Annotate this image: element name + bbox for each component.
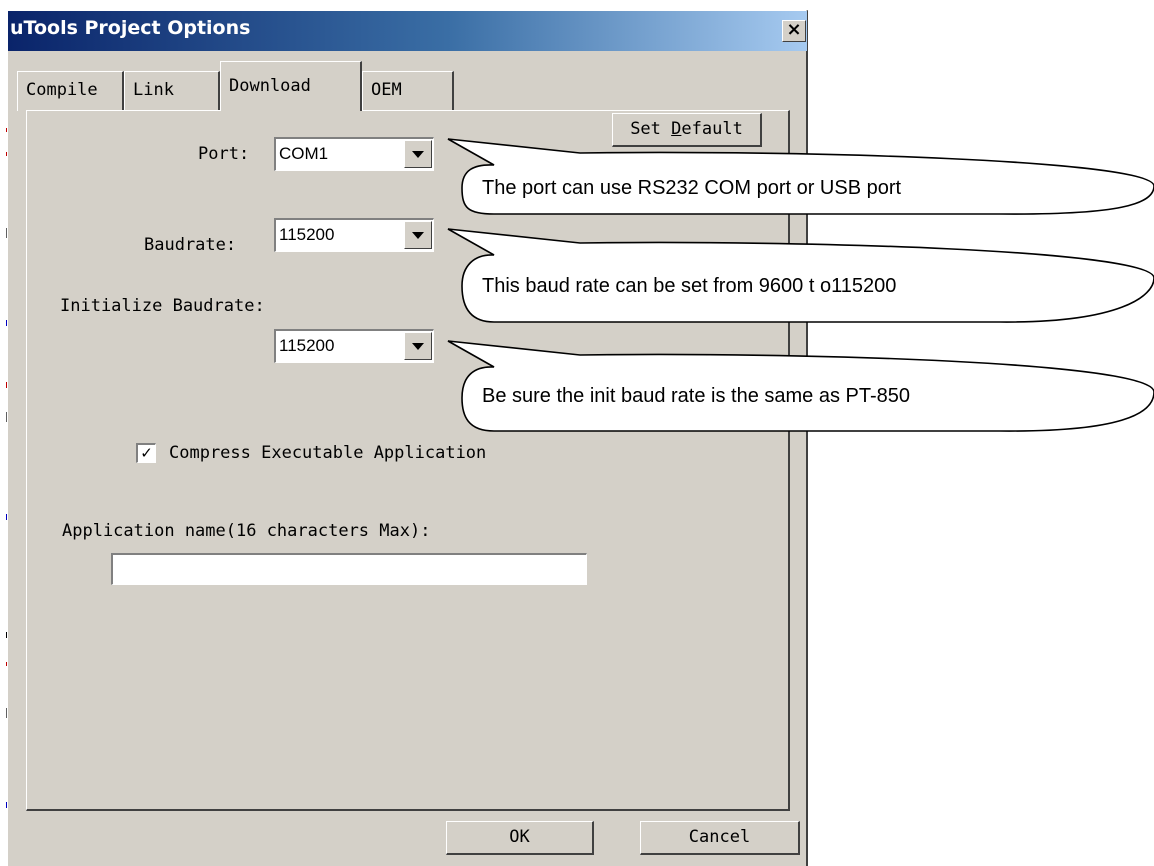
init-baudrate-select[interactable]: 115200: [274, 329, 434, 363]
title-bar[interactable]: uTools Project Options ×: [8, 11, 807, 51]
tab-download[interactable]: Download: [220, 61, 362, 111]
tab-oem-label: OEM: [371, 80, 402, 100]
compress-checkbox[interactable]: ✓: [136, 443, 156, 463]
chevron-down-icon: [412, 343, 424, 350]
baudrate-value: 115200: [279, 225, 335, 244]
baudrate-dropdown-button[interactable]: [404, 221, 432, 249]
port-dropdown-button[interactable]: [404, 140, 432, 168]
set-default-prefix: Set: [630, 119, 672, 139]
tab-download-label: Download: [229, 76, 311, 96]
port-value: COM1: [279, 144, 329, 163]
baudrate-label: Baudrate:: [144, 235, 237, 255]
close-icon: ×: [786, 19, 802, 40]
tab-link[interactable]: Link: [124, 71, 220, 111]
port-label: Port:: [198, 144, 250, 164]
tab-oem[interactable]: OEM: [362, 71, 454, 111]
chevron-down-icon: [412, 232, 424, 239]
init-baudrate-label: Initialize Baudrate:: [60, 296, 265, 316]
init-baudrate-value: 115200: [279, 336, 335, 355]
port-select[interactable]: COM1: [274, 137, 434, 171]
compress-label: Compress Executable Application: [169, 443, 487, 463]
set-default-mnemonic: D: [671, 119, 682, 139]
ok-button[interactable]: OK: [446, 821, 594, 855]
baudrate-select[interactable]: 115200: [274, 218, 434, 252]
checkmark-icon: ✓: [140, 444, 153, 462]
tab-link-label: Link: [133, 80, 174, 100]
tab-compile[interactable]: Compile: [17, 71, 124, 111]
init-baudrate-dropdown-button[interactable]: [404, 332, 432, 360]
appname-input[interactable]: [111, 553, 587, 585]
cancel-button[interactable]: Cancel: [640, 821, 800, 855]
cancel-button-label: Cancel: [688, 827, 751, 847]
project-options-dialog: uTools Project Options × Compile Link Do…: [7, 10, 808, 866]
tab-compile-label: Compile: [26, 80, 98, 100]
window-title: uTools Project Options: [10, 17, 251, 39]
appname-label: Application name(16 characters Max):: [62, 521, 431, 541]
ok-button-label: OK: [509, 827, 530, 847]
set-default-suffix: efault: [681, 119, 743, 139]
set-default-button[interactable]: Set Default: [612, 113, 762, 147]
close-button[interactable]: ×: [782, 20, 806, 42]
chevron-down-icon: [412, 151, 424, 158]
